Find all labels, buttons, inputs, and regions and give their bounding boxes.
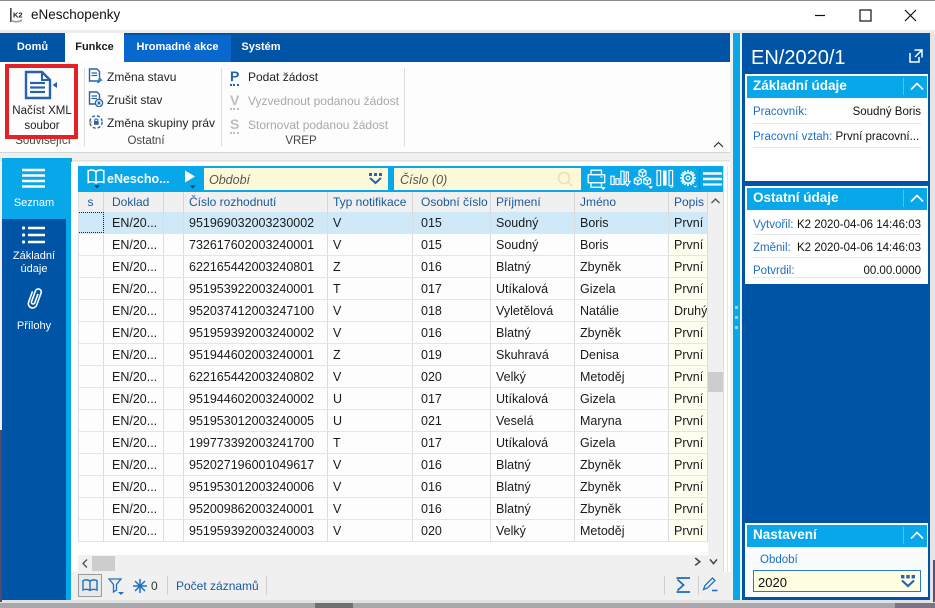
svg-text:K2: K2 <box>13 11 23 20</box>
